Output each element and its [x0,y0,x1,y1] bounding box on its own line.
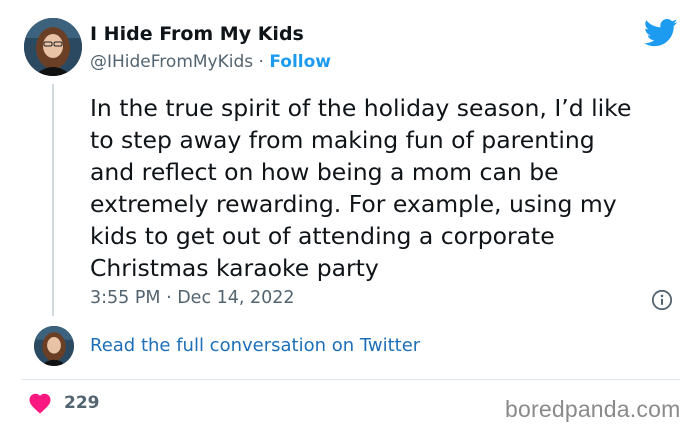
avatar-image [34,326,74,366]
thread-line [52,84,54,316]
tweet-line: to step away from making fun of parentin… [90,126,595,154]
read-conversation-link[interactable]: Read the full conversation on Twitter [90,335,420,356]
tweet-line: kids to get out of attending a corporate [90,222,555,250]
reply-avatar[interactable] [34,326,74,366]
tweet-line: extremely rewarding. For example, using … [90,190,617,218]
tweet-line: In the true spirit of the holiday season… [90,94,632,122]
author-handle-row: @IHideFromMyKids · Follow [90,52,331,72]
author-avatar[interactable] [24,18,82,76]
tweet-line: and reflect on how being a mom can be [90,158,559,186]
follow-button[interactable]: Follow [269,52,331,72]
handle-separator: · [258,52,264,72]
like-count[interactable]: 229 [64,393,100,413]
twitter-bird-icon[interactable] [644,18,678,48]
info-icon[interactable] [651,289,673,311]
author-handle[interactable]: @IHideFromMyKids [90,52,253,72]
heart-icon[interactable] [28,392,52,414]
watermark-logo: boredpanda.com [505,396,681,422]
tweet-line: Christmas karaoke party [90,254,379,282]
divider [22,379,680,380]
avatar-image [24,18,82,76]
tweet-text: In the true spirit of the holiday season… [90,92,690,284]
tweet-timestamp[interactable]: 3:55 PM · Dec 14, 2022 [90,288,295,308]
author-display-name[interactable]: I Hide From My Kids [90,23,304,45]
